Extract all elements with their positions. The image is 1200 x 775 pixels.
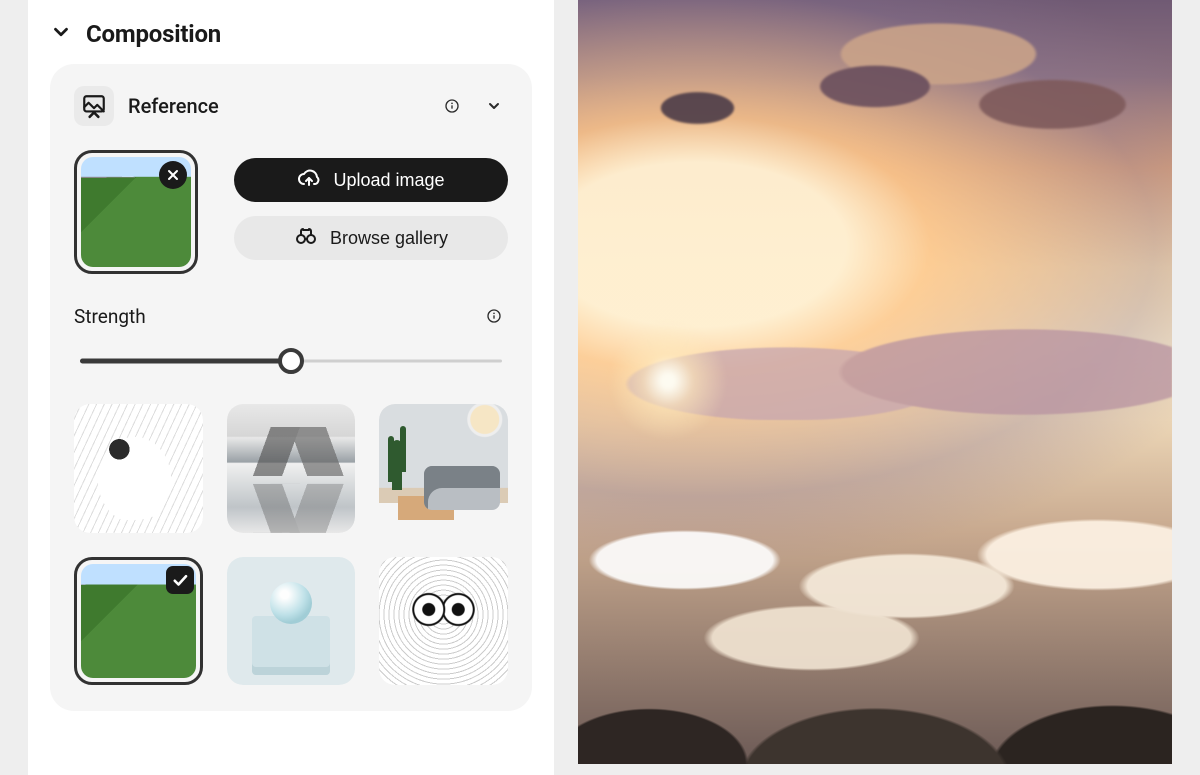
composition-title: Composition [86, 20, 221, 48]
slider-handle[interactable] [278, 348, 304, 374]
upload-image-label: Upload image [333, 170, 444, 191]
gallery-item-0[interactable] [74, 404, 203, 533]
reference-title: Reference [128, 94, 424, 118]
composition-header[interactable]: Composition [50, 20, 532, 48]
reference-header-row: Reference [74, 86, 508, 126]
composition-panel: Composition Reference [28, 0, 554, 775]
strength-slider[interactable] [80, 348, 502, 374]
chevron-down-icon [50, 21, 72, 47]
reference-gallery [74, 404, 508, 685]
slider-fill [80, 359, 291, 364]
reference-thumbnail[interactable] [74, 150, 198, 274]
gallery-item-3[interactable] [74, 557, 203, 686]
reference-collapse-button[interactable] [480, 92, 508, 120]
reference-remove-button[interactable] [159, 161, 187, 189]
selected-check-icon [166, 566, 194, 594]
gallery-item-1[interactable] [227, 404, 356, 533]
strength-row: Strength [74, 302, 508, 330]
generated-preview-image [578, 0, 1172, 764]
strength-info-button[interactable] [480, 302, 508, 330]
gallery-item-5[interactable] [379, 557, 508, 686]
reference-buttons: Upload image Browse gallery [234, 150, 508, 274]
strength-label: Strength [74, 305, 146, 328]
reference-icon [74, 86, 114, 126]
cloud-upload-icon [297, 166, 321, 195]
gallery-item-2[interactable] [379, 404, 508, 533]
browse-gallery-button[interactable]: Browse gallery [234, 216, 508, 260]
binoculars-icon [294, 224, 318, 253]
upload-image-button[interactable]: Upload image [234, 158, 508, 202]
reference-body: Upload image Browse gallery [74, 150, 508, 274]
browse-gallery-label: Browse gallery [330, 228, 448, 249]
gallery-item-4[interactable] [227, 557, 356, 686]
reference-info-button[interactable] [438, 92, 466, 120]
reference-subpanel: Reference Upload image [50, 64, 532, 711]
